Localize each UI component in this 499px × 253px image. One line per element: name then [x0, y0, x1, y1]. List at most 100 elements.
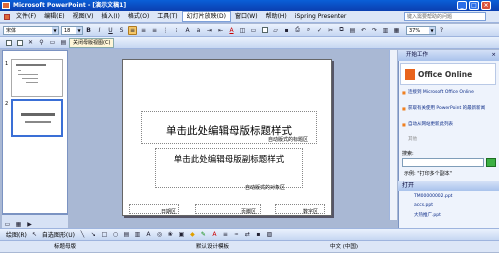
- menu-file[interactable]: 文件(F): [12, 11, 40, 23]
- close-button[interactable]: ×: [481, 1, 491, 10]
- slide-master-thumbnail[interactable]: [11, 59, 63, 97]
- link-connect-office-online[interactable]: 连接到 Microsoft Office Online: [402, 90, 496, 96]
- search-go-button[interactable]: [486, 158, 496, 167]
- vertical-textbox-icon[interactable]: ▥: [133, 230, 142, 239]
- copy-icon[interactable]: ⧉: [337, 26, 346, 35]
- task-pane-search-input[interactable]: [402, 158, 484, 167]
- oval-icon[interactable]: ○: [111, 230, 120, 239]
- picture-icon[interactable]: ▣: [177, 230, 186, 239]
- spelling-icon[interactable]: ✓: [315, 26, 324, 35]
- open-icon[interactable]: ▱: [271, 26, 280, 35]
- wordart-icon[interactable]: A: [144, 230, 153, 239]
- view-buttons: ▭ ▦ ▶: [2, 220, 68, 228]
- title-master-thumbnail[interactable]: [11, 99, 63, 137]
- draw-menu-button[interactable]: 绘图(R): [4, 230, 29, 239]
- menu-insert[interactable]: 插入(I): [97, 11, 123, 23]
- menu-edit[interactable]: 编辑(E): [40, 11, 68, 23]
- menu-window[interactable]: 窗口(W): [231, 11, 262, 23]
- undo-icon[interactable]: ↶: [359, 26, 368, 35]
- bullets-icon[interactable]: ⁝: [172, 26, 181, 35]
- underline-icon[interactable]: U: [106, 26, 115, 35]
- print-icon[interactable]: ⎙: [293, 26, 302, 35]
- menu-help[interactable]: 帮助(H): [262, 11, 291, 23]
- help-search-input[interactable]: 键入需要帮助的问题: [404, 12, 486, 21]
- drawing-toolbar: 绘图(R) ↖ 自选图形(U) ╲ ↘ □ ○ ▤ ▥ A ◎ ❀ ▣ ◆ ✎ …: [0, 228, 499, 240]
- autoshapes-menu-button[interactable]: 自选图形(U): [40, 230, 77, 239]
- indent-icon[interactable]: ⇥: [205, 26, 214, 35]
- fill-color-icon[interactable]: ◆: [188, 230, 197, 239]
- recent-file-link[interactable]: 大热推广.ppt: [414, 212, 441, 218]
- align-center-icon[interactable]: ≡: [139, 26, 148, 35]
- diagram-icon[interactable]: ◎: [155, 230, 164, 239]
- font-size-combo[interactable]: 18 ▼: [61, 25, 83, 35]
- new-slide-icon[interactable]: ▭: [249, 26, 258, 35]
- rectangle-icon[interactable]: □: [100, 230, 109, 239]
- font-color-icon[interactable]: A: [227, 26, 236, 35]
- outdent-icon[interactable]: ⇤: [216, 26, 225, 35]
- select-objects-icon[interactable]: ↖: [30, 230, 39, 239]
- menu-view[interactable]: 视图(V): [69, 11, 98, 23]
- cut-icon[interactable]: ✂: [326, 26, 335, 35]
- shadow-icon[interactable]: S: [117, 26, 126, 35]
- menu-ispring[interactable]: iSpring Presenter: [291, 11, 351, 23]
- line-color-icon[interactable]: ✎: [199, 230, 208, 239]
- maximize-button[interactable]: □: [469, 1, 479, 10]
- title-bar: Microsoft PowerPoint - [演示文稿1] _ □ ×: [0, 0, 499, 11]
- minimize-button[interactable]: _: [457, 1, 467, 10]
- line-icon[interactable]: ╲: [78, 230, 87, 239]
- align-right-icon[interactable]: ≡: [150, 26, 159, 35]
- shadow-style-icon[interactable]: ▪: [254, 230, 263, 239]
- menu-format[interactable]: 格式(O): [124, 11, 153, 23]
- arrow-icon[interactable]: ↘: [89, 230, 98, 239]
- master-layout-icon[interactable]: ▤: [59, 38, 68, 47]
- paste-icon[interactable]: ▤: [348, 26, 357, 35]
- chart-icon[interactable]: ▥: [381, 26, 390, 35]
- task-pane-title: 开始工作: [406, 52, 429, 58]
- font-grow-icon[interactable]: A: [183, 26, 192, 35]
- menu-tools[interactable]: 工具(T): [153, 11, 181, 23]
- bold-icon[interactable]: B: [84, 26, 93, 35]
- close-icon[interactable]: ×: [491, 50, 496, 61]
- rename-master-icon[interactable]: ▭: [48, 38, 57, 47]
- font-name-combo[interactable]: 宋体 ▼: [3, 25, 59, 35]
- preserve-master-icon[interactable]: ⚲: [37, 38, 46, 47]
- redo-icon[interactable]: ↷: [370, 26, 379, 35]
- design-icon[interactable]: ◫: [238, 26, 247, 35]
- insert-slide-master-icon[interactable]: [4, 38, 13, 47]
- italic-icon[interactable]: I: [95, 26, 104, 35]
- textbox-icon[interactable]: ▤: [122, 230, 131, 239]
- clipart-icon[interactable]: ❀: [166, 230, 175, 239]
- date-area-label: 日期区: [161, 209, 177, 215]
- font-name-value: 宋体: [6, 27, 17, 34]
- chevron-down-icon: ▼: [429, 26, 435, 34]
- link-more[interactable]: 其他: [408, 136, 417, 142]
- formatting-toolbar: 宋体 ▼ 18 ▼ B I U S ≡ ≡ ≡ ⋮ ⁝ A a ⇥ ⇤ A ◫ ▭ …: [0, 24, 499, 37]
- numbering-icon[interactable]: ⋮: [161, 26, 170, 35]
- dash-style-icon[interactable]: ┅: [232, 230, 241, 239]
- 3d-style-icon[interactable]: ▨: [265, 230, 274, 239]
- vertical-scrollbar[interactable]: [389, 50, 397, 220]
- delete-master-icon[interactable]: ✕: [26, 38, 35, 47]
- help-icon[interactable]: ?: [437, 26, 446, 35]
- new-icon[interactable]: [260, 26, 269, 35]
- preview-icon[interactable]: ⌕: [304, 26, 313, 35]
- zoom-combo[interactable]: 37% ▼: [406, 25, 436, 35]
- table-icon[interactable]: ▦: [392, 26, 401, 35]
- subtitle-placeholder[interactable]: 单击此处编辑母版副标题样式: [155, 148, 303, 188]
- recent-file-link[interactable]: TM00000002.ppt: [414, 194, 452, 199]
- font-shrink-icon[interactable]: a: [194, 26, 203, 35]
- object-area-label: 自动版式的对象区: [245, 185, 286, 191]
- arrow-style-icon[interactable]: ⇄: [243, 230, 252, 239]
- save-icon[interactable]: ▪: [282, 26, 291, 35]
- close-master-view-button[interactable]: 关闭母版视图(C): [69, 37, 115, 48]
- link-auto-update[interactable]: 自动从网站更新此列表: [402, 122, 496, 128]
- search-label: 搜索:: [402, 151, 414, 157]
- insert-title-master-icon[interactable]: [15, 38, 24, 47]
- line-style-icon[interactable]: ≡: [221, 230, 230, 239]
- align-left-icon[interactable]: ≡: [128, 25, 137, 35]
- font-color-icon[interactable]: A: [210, 230, 219, 239]
- status-bar: 标题母版 默认设计模板 中文 (中国): [0, 240, 499, 252]
- recent-file-link[interactable]: accs.ppt: [414, 203, 433, 208]
- link-latest-news[interactable]: 获取有关使用 PowerPoint 的最新新闻: [402, 106, 496, 112]
- menu-slideshow[interactable]: 幻灯片放映(D): [181, 11, 231, 22]
